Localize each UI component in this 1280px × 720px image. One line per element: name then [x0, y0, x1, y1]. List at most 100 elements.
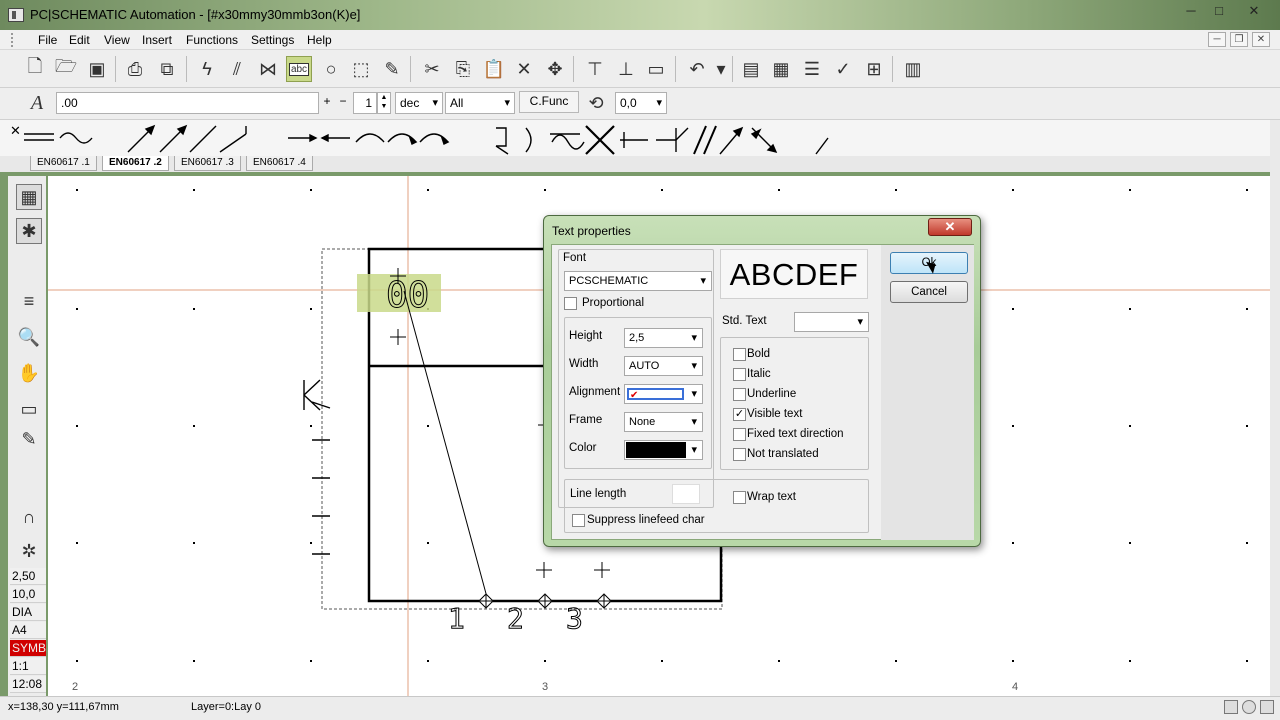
tree-icon[interactable]: ⊞	[861, 56, 887, 82]
proportional-checkbox[interactable]	[564, 297, 577, 310]
mdi-restore-button[interactable]: ❐	[1230, 32, 1248, 47]
italic-checkbox[interactable]	[733, 368, 746, 381]
height-select[interactable]: 2,5	[624, 328, 703, 348]
menu-functions[interactable]: Functions	[186, 33, 238, 47]
grid-icon[interactable]: ▦	[16, 184, 42, 210]
cancel-button[interactable]: Cancel	[890, 281, 968, 303]
fixed-direction-checkbox[interactable]	[733, 428, 746, 441]
right-scroll-strip[interactable]	[1270, 120, 1280, 696]
status-grid[interactable]: 10,0	[10, 586, 46, 603]
save-icon[interactable]: ▣	[84, 56, 110, 82]
width-select[interactable]: AUTO	[624, 356, 703, 376]
status-text-height[interactable]: 2,50	[10, 568, 46, 585]
mdi-minimize-button[interactable]: ─	[1208, 32, 1226, 47]
delete-icon[interactable]: ✕	[511, 56, 537, 82]
snap-point-icon[interactable]: ✲	[16, 538, 42, 564]
status-globe-icon[interactable]	[1242, 700, 1256, 714]
multi-line-icon[interactable]: ⫽	[224, 56, 250, 82]
status-page-type[interactable]: DIA	[10, 604, 46, 621]
menu-help[interactable]: Help	[307, 33, 332, 47]
bold-checkbox[interactable]	[733, 348, 746, 361]
copy-icon[interactable]: ⎘	[450, 56, 476, 82]
unit-select[interactable]: dec	[395, 92, 443, 114]
view-icon[interactable]: ▭	[16, 396, 42, 422]
not-translated-checkbox[interactable]	[733, 448, 746, 461]
status-scale[interactable]: 1:1	[10, 658, 46, 675]
maximize-button[interactable]: □	[1206, 2, 1232, 22]
edit-page-icon[interactable]: ✎	[16, 426, 42, 452]
angle-select[interactable]: 0,0	[615, 92, 667, 114]
drawing-text[interactable]: 00	[386, 275, 430, 317]
new-file-icon[interactable]: 🗋	[22, 56, 48, 82]
color-select[interactable]	[624, 440, 703, 460]
step-field[interactable]: 1	[353, 92, 377, 114]
increase-button[interactable]: +	[320, 92, 334, 114]
area-select-icon[interactable]: ⬚	[348, 56, 374, 82]
symbol-palette[interactable]	[20, 120, 880, 158]
dialog-close-button[interactable]: ✕	[928, 218, 972, 236]
menu-bar: File Edit View Insert Functions Settings…	[0, 30, 1280, 50]
menu-settings[interactable]: Settings	[251, 33, 294, 47]
page-icon[interactable]: ▤	[738, 56, 764, 82]
tab-en60617-3[interactable]: EN60617 .3	[174, 156, 241, 171]
print-icon[interactable]: ⎙	[122, 56, 148, 82]
mdi-close-button[interactable]: ✕	[1252, 32, 1270, 47]
frame-select[interactable]: None	[624, 412, 703, 432]
undo-dropdown-icon[interactable]: ▾	[708, 56, 734, 82]
status-lock-icon[interactable]	[1260, 700, 1274, 714]
status-symbol-mode[interactable]: SYMB	[10, 640, 46, 657]
open-file-icon[interactable]: 🗁	[53, 56, 79, 82]
menu-file[interactable]: File	[38, 33, 57, 47]
step-spinner[interactable]: ▲ ▼	[377, 92, 391, 114]
rotate-text-icon[interactable]: ⟲	[583, 90, 609, 116]
decrease-button[interactable]: −	[336, 92, 350, 114]
text-tool-icon[interactable]: abc	[286, 56, 312, 82]
cut-icon[interactable]: ✂	[419, 56, 445, 82]
pencil-icon[interactable]: ✎	[379, 56, 405, 82]
snap-icon[interactable]: ✱	[16, 218, 42, 244]
undo-icon[interactable]: ↶	[684, 56, 710, 82]
circle-tool-icon[interactable]: ○	[318, 56, 344, 82]
font-select[interactable]: PCSCHEMATIC	[564, 271, 712, 291]
underline-checkbox[interactable]	[733, 388, 746, 401]
menu-insert[interactable]: Insert	[142, 33, 172, 47]
status-save-icon[interactable]	[1224, 700, 1238, 714]
close-button[interactable]: ✕	[1234, 2, 1274, 22]
frame-icon[interactable]: ▭	[643, 56, 669, 82]
frame-label: Frame	[569, 414, 603, 426]
spellcheck-icon[interactable]: ✓	[830, 56, 856, 82]
list-icon[interactable]: ☰	[799, 56, 825, 82]
pan-hand-icon[interactable]: ✋	[16, 360, 42, 386]
text-value-field[interactable]: .00	[56, 92, 319, 114]
wrap-text-checkbox[interactable]	[733, 491, 746, 504]
alignment-select[interactable]: ✔	[624, 384, 703, 404]
line-length-input[interactable]	[672, 484, 700, 504]
menu-view[interactable]: View	[104, 33, 130, 47]
cfunc-button[interactable]: C.Func	[519, 91, 579, 113]
layer-filter-select[interactable]: All	[445, 92, 515, 114]
visible-text-checkbox[interactable]: ✓	[733, 408, 746, 421]
move-icon[interactable]: ✥	[542, 56, 568, 82]
tab-en60617-4[interactable]: EN60617 .4	[246, 156, 313, 171]
std-text-select[interactable]	[794, 312, 869, 332]
layer-status[interactable]: Layer=0:Lay 0	[191, 701, 261, 713]
tab-en60617-1[interactable]: EN60617 .1	[30, 156, 97, 171]
zoom-icon[interactable]: 🔍	[16, 324, 42, 350]
suppress-linefeed-checkbox[interactable]	[572, 514, 585, 527]
settings-list-icon[interactable]: ▥	[900, 56, 926, 82]
align-top-icon[interactable]: ⊤	[582, 56, 608, 82]
print-preview-icon[interactable]: ⧉	[154, 56, 180, 82]
align-bottom-icon[interactable]: ⊥	[613, 56, 639, 82]
minimize-button[interactable]: ─	[1178, 2, 1204, 22]
align-list-icon[interactable]: ≡	[16, 288, 42, 314]
lightning-icon[interactable]: ϟ	[194, 56, 220, 82]
menu-edit[interactable]: Edit	[69, 33, 90, 47]
grip-handle[interactable]	[11, 33, 15, 47]
tab-en60617-2[interactable]: EN60617 .2	[102, 156, 169, 171]
status-paper-size[interactable]: A4	[10, 622, 46, 639]
database-icon[interactable]: ▦	[768, 56, 794, 82]
magnet-icon[interactable]: ∩	[16, 504, 42, 530]
paste-icon[interactable]: 📋	[481, 56, 507, 82]
font-icon[interactable]: A	[24, 90, 50, 116]
connect-icon[interactable]: ⋈	[255, 56, 281, 82]
